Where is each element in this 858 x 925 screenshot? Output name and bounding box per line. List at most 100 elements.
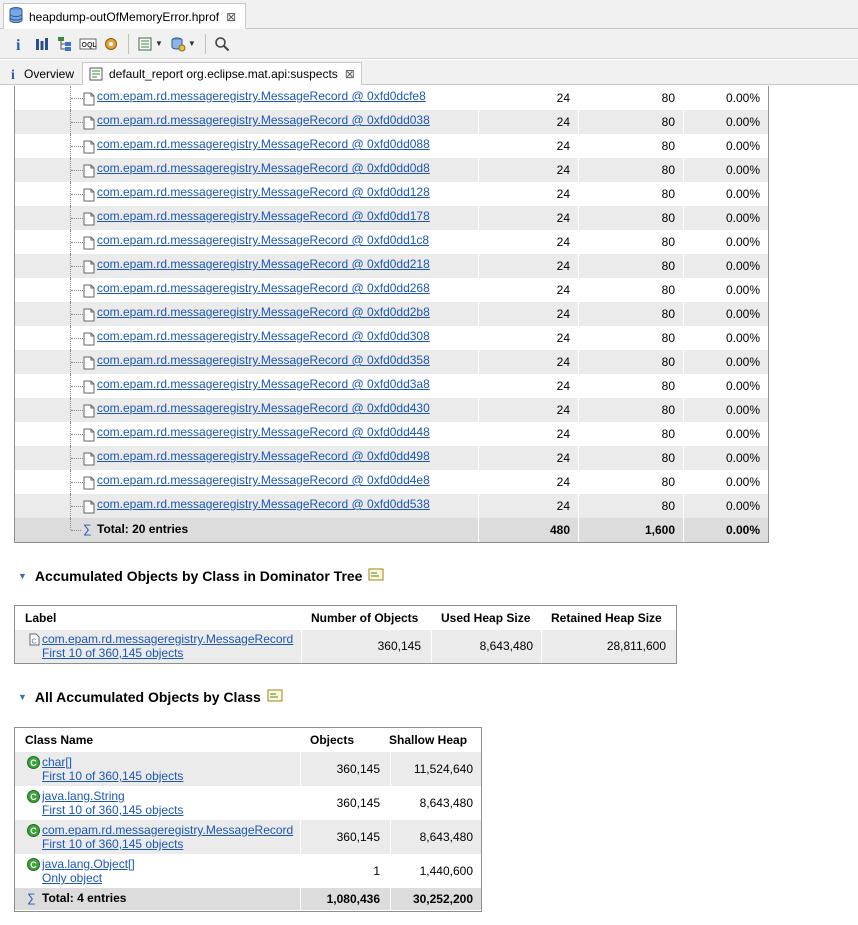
percentage: 0.00% [683,350,768,374]
table-row[interactable]: com.epam.rd.messageregistry.MessageRecor… [15,206,768,230]
shallow-heap: 24 [478,446,578,470]
expand-twisty-icon[interactable]: ▼ [18,692,27,702]
column-header-objects[interactable]: Objects [310,728,354,752]
object-link[interactable]: com.epam.rd.messageregistry.MessageRecor… [97,137,430,151]
details-icon[interactable] [368,567,384,584]
table-total-row: ∑ Total: 4 entries 1,080,436 30,252,200 [15,888,481,910]
object-link[interactable]: com.epam.rd.messageregistry.MessageRecor… [97,113,430,127]
object-link[interactable]: com.epam.rd.messageregistry.MessageRecor… [97,401,430,415]
column-header-label[interactable]: Label [25,606,56,630]
table-header: Label Number of Objects Used Heap Size R… [15,606,676,630]
object-link[interactable]: com.epam.rd.messageregistry.MessageRecor… [97,305,430,319]
class-link[interactable]: com.epam.rd.messageregistry.MessageRecor… [42,632,293,646]
table-row[interactable]: Cchar[] First 10 of 360,145 objects 360,14… [15,752,481,786]
object-link[interactable]: com.epam.rd.messageregistry.MessageRecor… [97,89,426,103]
objects-count: 360,145 [300,786,390,820]
info-icon[interactable]: i [8,33,30,55]
histogram-icon[interactable] [31,33,53,55]
column-header-retained[interactable]: Retained Heap Size [551,606,662,630]
close-icon[interactable]: ⊠ [345,68,355,80]
class-link[interactable]: char[] [42,755,72,769]
svg-text:C: C [32,639,37,646]
class-link[interactable]: java.lang.String [42,789,125,803]
find-object-icon[interactable] [167,33,189,55]
table-row[interactable]: com.epam.rd.messageregistry.MessageRecor… [15,110,768,134]
object-link[interactable]: com.epam.rd.messageregistry.MessageRecor… [97,257,430,271]
table-row[interactable]: com.epam.rd.messageregistry.MessageRecor… [15,470,768,494]
tree-connector [71,434,83,435]
section-header-dominator[interactable]: ▼ Accumulated Objects by Class in Domina… [18,567,384,584]
retained-heap: 80 [578,206,683,230]
table-row[interactable]: com.epam.rd.messageregistry.MessageRecor… [15,398,768,422]
tree-connector [71,290,83,291]
column-header-number[interactable]: Number of Objects [311,606,418,630]
table-row[interactable]: com.epam.rd.messageregistry.MessageRecor… [15,326,768,350]
table-row[interactable]: com.epam.rd.messageregistry.MessageRecor… [15,86,768,110]
table-row[interactable]: Cjava.lang.Object[] Only object 1 1,440,600 [15,854,481,888]
dominator-tree-icon[interactable] [54,33,76,55]
shallow-heap: 24 [478,494,578,518]
table-row[interactable]: com.epam.rd.messageregistry.MessageRecor… [15,158,768,182]
class-link[interactable]: java.lang.Object[] [42,857,135,871]
query-browser-icon[interactable] [134,33,156,55]
object-cell: com.epam.rd.messageregistry.MessageRecor… [15,254,478,278]
section-header-all-accumulated[interactable]: ▼ All Accumulated Objects by Class [18,688,283,705]
search-icon[interactable] [211,33,233,55]
chevron-down-icon[interactable]: ▼ [155,39,163,48]
expand-twisty-icon[interactable]: ▼ [18,571,27,581]
table-row[interactable]: com.epam.rd.messageregistry.MessageRecor… [15,422,768,446]
objects-link[interactable]: First 10 of 360,145 objects [42,837,183,851]
object-link[interactable]: com.epam.rd.messageregistry.MessageRecor… [97,425,430,439]
report-tab-bar: i Overview default_report org.eclipse.ma… [0,60,858,85]
details-icon[interactable] [267,688,283,705]
close-icon[interactable]: ⊠ [226,11,236,23]
table-row[interactable]: com.epam.rd.messageregistry.MessageRecor… [15,254,768,278]
class-link[interactable]: com.epam.rd.messageregistry.MessageRecor… [42,823,293,837]
table-row[interactable]: com.epam.rd.messageregistry.MessageRecor… [15,278,768,302]
table-row[interactable]: com.epam.rd.messageregistry.MessageRecor… [15,494,768,518]
object-link[interactable]: com.epam.rd.messageregistry.MessageRecor… [97,161,430,175]
object-link[interactable]: com.epam.rd.messageregistry.MessageRecor… [97,233,429,247]
table-row[interactable]: com.epam.rd.messageregistry.MessageRecor… [15,374,768,398]
retained-heap: 80 [578,398,683,422]
object-link[interactable]: com.epam.rd.messageregistry.MessageRecor… [97,473,430,487]
table-row[interactable]: com.epam.rd.messageregistry.MessageRecor… [15,182,768,206]
heap-dump-overview-icon[interactable] [100,33,122,55]
object-link[interactable]: com.epam.rd.messageregistry.MessageRecor… [97,329,430,343]
objects-link[interactable]: First 10 of 360,145 objects [42,646,183,660]
object-link[interactable]: com.epam.rd.messageregistry.MessageRecor… [97,497,430,511]
objects-link[interactable]: Only object [42,871,102,885]
tab-default-report[interactable]: default_report org.eclipse.mat.api:suspe… [82,62,362,85]
table-row[interactable]: Cjava.lang.String First 10 of 360,145 obj… [15,786,481,820]
percentage: 0.00% [683,278,768,302]
table-row[interactable]: com.epam.rd.messageregistry.MessageRecor… [15,446,768,470]
objects-link[interactable]: First 10 of 360,145 objects [42,803,183,817]
chevron-down-icon[interactable]: ▼ [188,39,196,48]
object-link[interactable]: com.epam.rd.messageregistry.MessageRecor… [97,209,430,223]
object-instance-icon [83,332,95,349]
shallow-heap: 1,440,600 [390,854,481,888]
heap-dump-icon [9,7,23,26]
column-header-class-name[interactable]: Class Name [25,728,93,752]
table-row[interactable]: com.epam.rd.messageregistry.MessageRecor… [15,350,768,374]
object-link[interactable]: com.epam.rd.messageregistry.MessageRecor… [97,281,430,295]
objects-link[interactable]: First 10 of 360,145 objects [42,769,183,783]
object-link[interactable]: com.epam.rd.messageregistry.MessageRecor… [97,185,430,199]
tree-connector [71,338,83,339]
tree-connector [71,506,83,507]
oql-icon[interactable]: OQL [77,33,99,55]
column-header-shallow-heap[interactable]: Shallow Heap [389,728,467,752]
table-row[interactable]: com.epam.rd.messageregistry.MessageRecor… [15,230,768,254]
editor-tab-heapdump[interactable]: heapdump-outOfMemoryError.hprof ⊠ [3,3,246,29]
object-cell: com.epam.rd.messageregistry.MessageRecor… [15,374,478,398]
table-row[interactable]: Ccom.epam.rd.messageregistry.MessageReco… [15,820,481,854]
table-row[interactable]: com.epam.rd.messageregistry.MessageRecor… [15,134,768,158]
table-row[interactable]: com.epam.rd.messageregistry.MessageRecor… [15,302,768,326]
column-header-used[interactable]: Used Heap Size [441,606,530,630]
object-link[interactable]: com.epam.rd.messageregistry.MessageRecor… [97,377,430,391]
report-content: com.epam.rd.messageregistry.MessageRecor… [0,86,858,925]
retained-heap: 80 [578,110,683,134]
tab-overview[interactable]: i Overview [4,62,82,85]
object-link[interactable]: com.epam.rd.messageregistry.MessageRecor… [97,449,430,463]
object-link[interactable]: com.epam.rd.messageregistry.MessageRecor… [97,353,430,367]
